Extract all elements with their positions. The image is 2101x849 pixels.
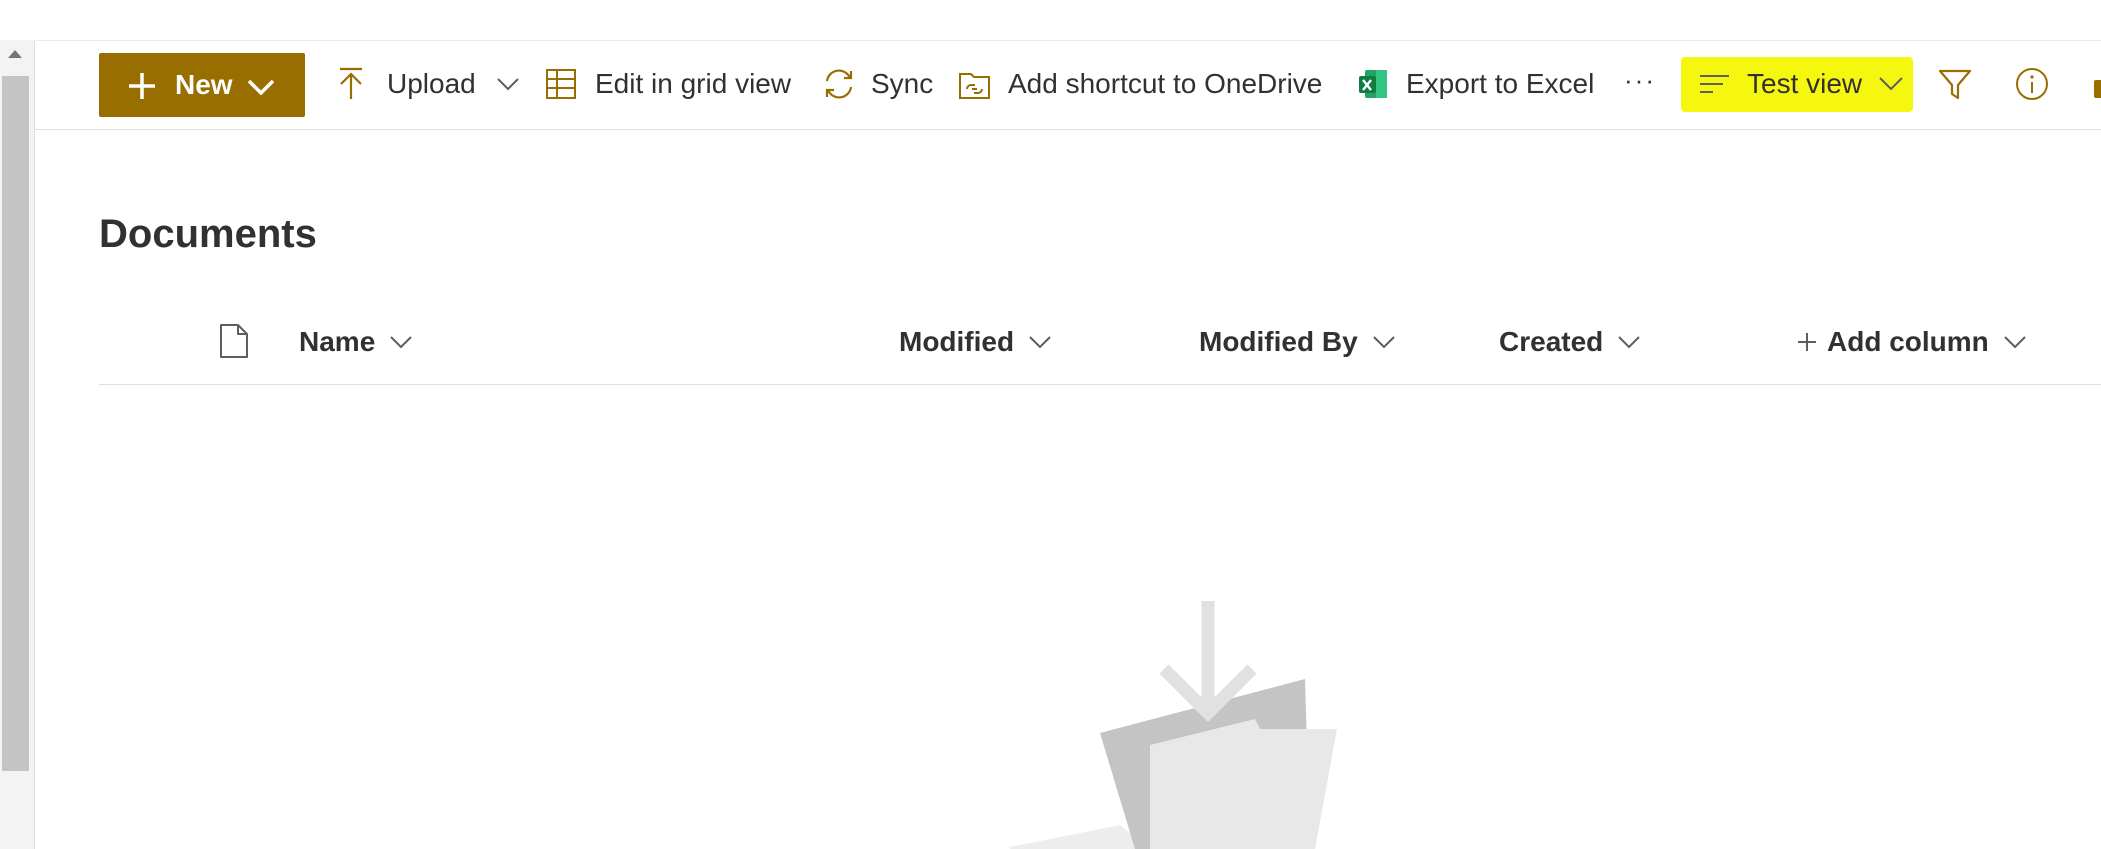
empty-folder-illustration: [1010, 601, 1337, 849]
plus-icon: [129, 73, 155, 99]
chevron-down-icon: [247, 79, 275, 95]
column-header-modified[interactable]: Modified: [899, 325, 1052, 359]
sync-button[interactable]: Sync: [822, 67, 933, 101]
chevron-down-icon: [1029, 336, 1051, 349]
upload-label: Upload: [387, 68, 476, 99]
file-type-icon[interactable]: [219, 323, 249, 359]
column-header-modified-label: Modified: [899, 326, 1015, 357]
edit-grid-view-label: Edit in grid view: [595, 68, 792, 99]
chevron-down-icon: [1879, 77, 1903, 91]
export-to-excel-button[interactable]: Export to Excel: [1357, 67, 1594, 101]
column-header-created-label: Created: [1499, 326, 1604, 357]
scroll-up-arrow-icon[interactable]: [8, 50, 22, 58]
column-header-modified-by[interactable]: Modified By: [1199, 325, 1396, 359]
plus-icon: [1798, 333, 1816, 351]
add-shortcut-label: Add shortcut to OneDrive: [1008, 68, 1323, 99]
upload-arrow-icon: [340, 67, 362, 99]
column-header-created[interactable]: Created: [1499, 325, 1641, 359]
column-header-modified-by-label: Modified By: [1199, 326, 1358, 357]
add-column-button[interactable]: Add column: [1797, 325, 2027, 359]
more-options-button[interactable]: ···: [1624, 63, 1656, 97]
grid-icon: [546, 69, 576, 99]
page-title: Documents: [99, 212, 317, 256]
lines-icon: [1700, 75, 1729, 93]
upload-button[interactable]: Upload: [337, 67, 520, 101]
shortcut-folder-icon: [959, 73, 990, 99]
column-header-name-label: Name: [299, 326, 376, 357]
column-header-name[interactable]: Name: [299, 325, 413, 359]
add-shortcut-button[interactable]: Add shortcut to OneDrive: [958, 67, 1322, 101]
filter-icon[interactable]: [1938, 69, 1972, 101]
sync-label: Sync: [871, 68, 934, 99]
info-icon[interactable]: [2015, 67, 2049, 101]
view-switcher-label: Test view: [1747, 68, 1863, 99]
scrollbar-thumb[interactable]: [2, 76, 29, 771]
excel-icon: [1359, 70, 1387, 98]
new-button[interactable]: New: [99, 53, 305, 117]
sync-icon: [825, 69, 853, 99]
add-column-label: Add column: [1827, 326, 1989, 357]
edit-grid-view-button[interactable]: Edit in grid view: [545, 67, 791, 101]
chevron-down-icon: [1618, 336, 1640, 349]
overflow-icon[interactable]: [2094, 80, 2101, 98]
chevron-down-icon: [497, 78, 519, 91]
chevron-down-icon: [2004, 336, 2026, 349]
chevron-down-icon: [1372, 336, 1395, 349]
export-to-excel-label: Export to Excel: [1406, 68, 1595, 99]
new-button-label: New: [175, 69, 233, 100]
chevron-down-icon: [390, 336, 412, 349]
header-divider: [99, 384, 2101, 385]
view-switcher-button[interactable]: Test view: [1699, 67, 1904, 101]
